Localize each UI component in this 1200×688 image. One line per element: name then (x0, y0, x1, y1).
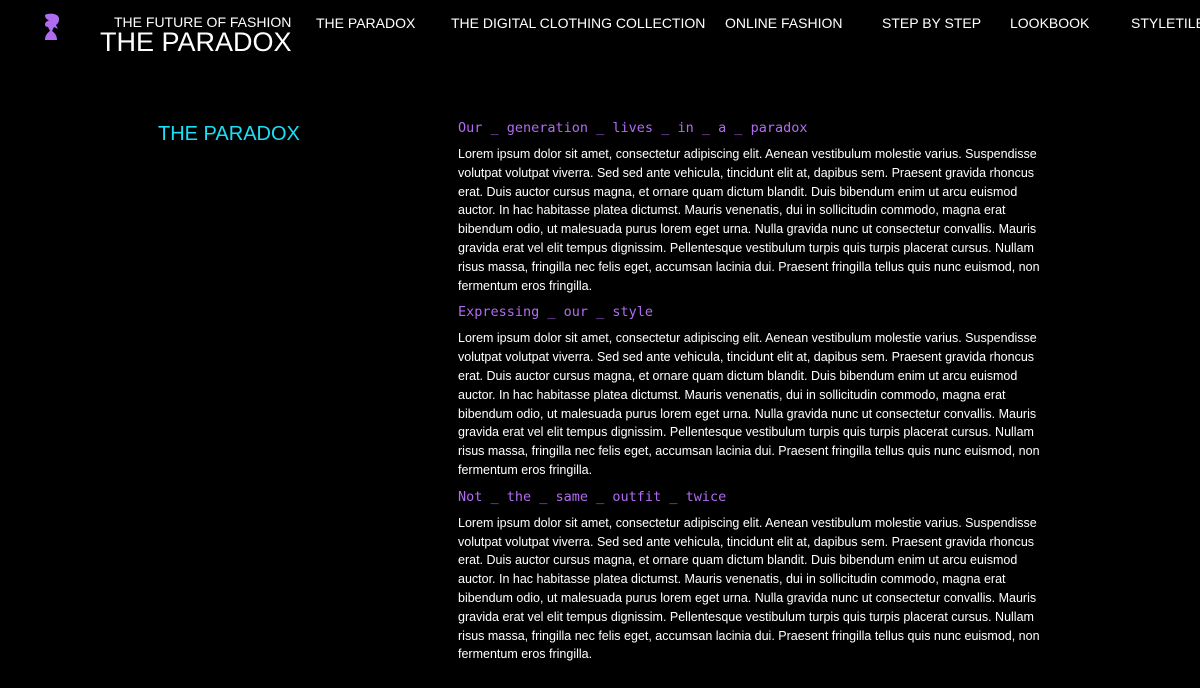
nav-item-digital-clothing-collection[interactable]: THE DIGITAL CLOTHING COLLECTION (451, 14, 705, 32)
nav-item-styletile[interactable]: STYLETILE (1131, 14, 1200, 32)
nav-item-the-paradox[interactable]: THE PARADOX (316, 14, 415, 32)
section-title-generation: Our _ generation _ lives _ in _ a _ para… (458, 120, 808, 136)
main-content: Our _ generation _ lives _ in _ a _ para… (458, 119, 1048, 672)
main-navigation: THE PARADOX THE DIGITAL CLOTHING COLLECT… (0, 14, 1200, 32)
section-title-expressing-style: Expressing _ our _ style (458, 304, 654, 321)
nav-item-step-by-step[interactable]: STEP BY STEP (882, 14, 981, 32)
section-body-outfit-twice: Lorem ipsum dolor sit amet, consectetur … (458, 515, 1040, 662)
page-heading: THE PARADOX (158, 123, 300, 145)
section-body-expressing-style: Lorem ipsum dolor sit amet, consectetur … (458, 331, 1040, 477)
section-body-generation: Lorem ipsum dolor sit amet, consectetur … (458, 147, 1040, 293)
nav-item-lookbook[interactable]: LOOKBOOK (1010, 14, 1089, 32)
section-title-outfit-twice: Not _ the _ same _ outfit _ twice (458, 488, 727, 505)
nav-item-online-fashion[interactable]: ONLINE FASHION (725, 14, 842, 32)
